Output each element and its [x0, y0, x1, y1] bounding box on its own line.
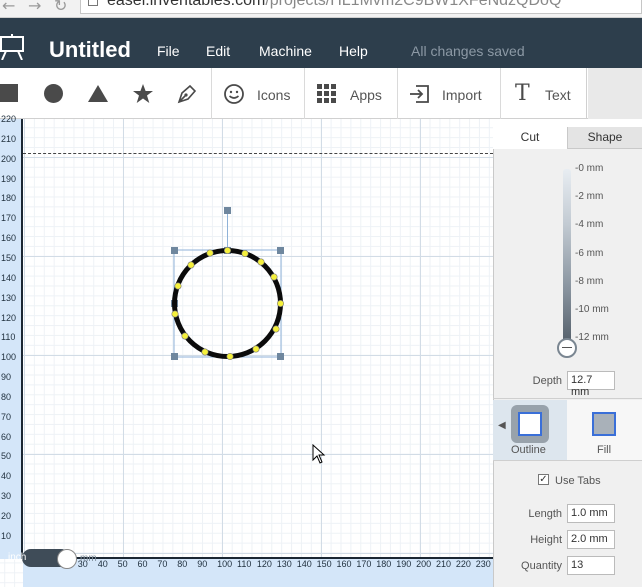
tab-height-input[interactable]: 2.0 mm	[567, 530, 615, 549]
depth-slider-track[interactable]	[563, 169, 571, 349]
x-tick-label: 150	[316, 559, 332, 569]
y-tick-label: 90	[1, 372, 12, 383]
x-tick-label: 170	[356, 559, 372, 569]
fill-label: Fill	[597, 444, 612, 456]
depth-mark-label: -10 mm	[575, 304, 609, 315]
x-tick-label: 120	[256, 559, 272, 569]
depth-mark-label: -6 mm	[575, 247, 604, 259]
y-tick-label: 160	[1, 233, 17, 244]
depth-mark-label: -4 mm	[575, 219, 604, 231]
tab-cut[interactable]: Cut	[493, 127, 568, 149]
depth-mark-label: -2 mm	[575, 191, 604, 203]
tab-quantity-input[interactable]: 13	[567, 556, 615, 575]
tab-length-input[interactable]: 1.0 mm	[567, 504, 615, 523]
y-tick-label: 120	[1, 312, 17, 323]
y-tick-label: 30	[1, 491, 12, 502]
y-tick-label: 100	[1, 352, 17, 363]
tab-height-label: Height	[530, 534, 562, 546]
caret-left-icon[interactable]: ◀	[498, 420, 506, 431]
depth-input[interactable]: 12.7 mm	[567, 371, 615, 398]
x-tick-label: 160	[336, 559, 352, 569]
x-tick-label: 200	[416, 559, 432, 569]
y-tick-label: 70	[1, 411, 12, 422]
x-tick-label: 90	[197, 559, 208, 569]
x-tick-label: 100	[217, 559, 233, 569]
y-tick-label: 220	[1, 114, 17, 124]
x-tick-label: 50	[117, 559, 128, 569]
y-tick-label: 40	[1, 471, 12, 482]
x-tick-label: 220	[455, 559, 471, 569]
x-tick-label: 80	[177, 559, 188, 569]
y-tick-label: 20	[1, 511, 12, 521]
y-tick-label: 140	[1, 272, 17, 283]
use-tabs-label: Use Tabs	[555, 475, 601, 487]
tab-quantity-label: Quantity	[521, 560, 562, 572]
outline-label: Outline	[511, 444, 546, 456]
x-tick-label: 130	[276, 559, 292, 569]
mouse-pointer-icon	[312, 444, 326, 464]
y-tick-label: 150	[1, 252, 17, 263]
tab-shape[interactable]: Shape	[568, 127, 642, 149]
y-tick-label: 10	[1, 530, 12, 541]
y-tick-label: 190	[1, 173, 17, 184]
y-tick-label: 60	[1, 431, 12, 442]
x-tick-label: 180	[376, 559, 392, 569]
y-tick-label: 110	[1, 332, 16, 343]
y-tick-label: 200	[1, 153, 17, 164]
x-tick-label: 190	[396, 559, 412, 569]
text-button: Text	[545, 87, 571, 103]
use-tabs-checkbox[interactable]: ✓	[538, 474, 549, 485]
y-tick-label: 210	[1, 133, 17, 144]
x-tick-label: 70	[157, 559, 168, 569]
y-tick-label: 170	[1, 213, 17, 224]
tab-length-label: Length	[528, 508, 562, 520]
x-tick-label: 110	[237, 559, 252, 569]
x-tick-label: 230	[475, 559, 491, 569]
unit-toggle-knob[interactable]	[57, 549, 77, 569]
text-tool-cell[interactable]: T Text	[501, 68, 587, 119]
x-tick-label: 140	[296, 559, 312, 569]
y-tick-label: 180	[1, 193, 17, 204]
depth-label: Depth	[532, 375, 562, 387]
selected-circle-shape[interactable]	[0, 0, 493, 587]
y-tick-label: 80	[1, 391, 12, 402]
depth-slider-handle[interactable]	[557, 338, 577, 358]
unit-inch-label: inch	[8, 552, 27, 563]
x-tick-label: 210	[436, 559, 452, 569]
unit-mm-label: mm	[80, 553, 97, 564]
depth-mark-label: -8 mm	[575, 275, 604, 287]
fill-mode-icon	[592, 412, 616, 436]
x-tick-label: 40	[97, 559, 108, 569]
depth-mark-label: -0 mm	[575, 163, 604, 174]
y-tick-label: 50	[1, 451, 12, 462]
x-tick-label: 60	[137, 559, 148, 569]
depth-mark-label: -12 mm	[575, 332, 609, 344]
text-t-icon: T	[515, 81, 530, 106]
y-tick-label: 130	[1, 292, 17, 303]
